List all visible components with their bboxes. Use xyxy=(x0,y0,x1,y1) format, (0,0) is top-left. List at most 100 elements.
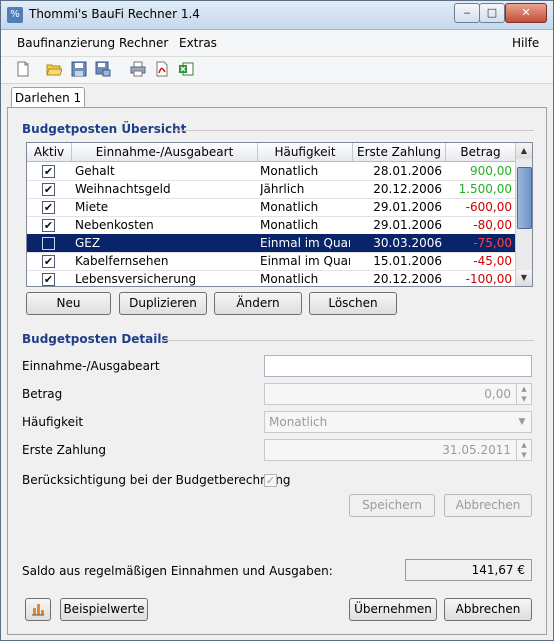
delete-button[interactable]: Löschen xyxy=(309,292,397,315)
chevron-down-icon[interactable]: ▼ xyxy=(515,412,529,432)
new-button[interactable]: Neu xyxy=(26,292,111,315)
app-icon: % xyxy=(7,7,23,23)
row-frequency: Monatlich xyxy=(260,218,319,232)
accept-button[interactable]: Übernehmen xyxy=(349,598,437,621)
row-type: Gehalt xyxy=(75,164,115,178)
bar-chart-icon xyxy=(32,604,44,616)
scroll-thumb[interactable] xyxy=(517,167,532,229)
column-header-amount[interactable]: Betrag xyxy=(446,143,515,161)
tab-darlehen-1[interactable]: Darlehen 1 xyxy=(11,87,85,109)
pdf-export-icon[interactable] xyxy=(153,61,171,79)
toolbar xyxy=(1,57,553,84)
table-row[interactable]: ✔ Lebensversicherung Monatlich 20.12.200… xyxy=(27,270,515,286)
row-type: GEZ xyxy=(75,236,101,250)
column-header-first-payment[interactable]: Erste Zahlung xyxy=(353,143,446,161)
spin-up-icon[interactable]: ▲ xyxy=(517,384,531,394)
date-spin-buttons[interactable]: ▲ ▼ xyxy=(516,440,531,460)
details-cancel-button[interactable]: Abbrechen xyxy=(444,494,532,517)
frequency-select[interactable]: Monatlich ▼ xyxy=(264,411,532,433)
row-type: Kabelfernsehen xyxy=(75,254,169,268)
column-header-aktiv[interactable]: Aktiv xyxy=(27,143,72,161)
app-window: % Thommi's BauFi Rechner 1.4 ‒ □ ✕ Baufi… xyxy=(0,0,554,641)
column-header-frequency[interactable]: Häufigkeit xyxy=(258,143,353,161)
table-scrollbar[interactable]: ▲ ▼ xyxy=(515,143,532,286)
change-button[interactable]: Ändern xyxy=(214,292,302,315)
table-row[interactable]: ✔ Kabelfernsehen Einmal im Quar... 15.01… xyxy=(27,252,515,271)
menu-rechner[interactable]: Rechner xyxy=(119,36,168,50)
amount-spin-buttons[interactable]: ▲ ▼ xyxy=(516,384,531,404)
table-row-selected[interactable]: GEZ Einmal im Quar... 30.03.2006 -75,00 xyxy=(27,234,515,253)
menu-bar: Baufinanzierung Rechner Extras Hilfe xyxy=(1,30,553,57)
save-icon[interactable] xyxy=(70,61,88,79)
frequency-value: Monatlich xyxy=(269,415,328,429)
scroll-up-arrow-icon[interactable]: ▲ xyxy=(516,143,532,159)
new-document-icon[interactable] xyxy=(14,61,32,79)
open-folder-icon[interactable] xyxy=(45,61,63,79)
row-first-payment: 30.03.2006 xyxy=(373,236,442,250)
maximize-button[interactable]: □ xyxy=(479,3,505,23)
spin-down-icon[interactable]: ▼ xyxy=(517,450,531,460)
column-header-type[interactable]: Einnahme-/Ausgabeart xyxy=(72,143,258,161)
table-header: Aktiv Einnahme-/Ausgabeart Häufigkeit Er… xyxy=(27,143,515,162)
row-amount: -600,00 xyxy=(465,200,512,214)
row-type: Miete xyxy=(75,200,109,214)
example-values-button[interactable]: Beispielwerte xyxy=(60,598,148,621)
row-amount: 1.500,00 xyxy=(458,182,512,196)
row-amount: -100,00 xyxy=(465,272,512,286)
row-frequency: Einmal im Quar... xyxy=(260,254,350,268)
close-button[interactable]: ✕ xyxy=(505,3,547,23)
saldo-display: 141,67 € xyxy=(405,559,532,581)
budget-table: Aktiv Einnahme-/Ausgabeart Häufigkeit Er… xyxy=(26,142,533,287)
row-frequency: Monatlich xyxy=(260,200,319,214)
details-section-title: Budgetposten Details xyxy=(22,332,169,346)
table-row[interactable]: ✔ Miete Monatlich 29.01.2006 -600,00 xyxy=(27,198,515,217)
excel-export-icon[interactable] xyxy=(177,61,195,79)
row-first-payment: 15.01.2006 xyxy=(373,254,442,268)
saldo-value: 141,67 € xyxy=(471,563,525,577)
window-title: Thommi's BauFi Rechner 1.4 xyxy=(29,7,200,21)
tab-strip: Darlehen 1 xyxy=(1,84,553,109)
spin-up-icon[interactable]: ▲ xyxy=(517,440,531,450)
active-checkbox[interactable]: ✔ xyxy=(42,219,55,232)
first-payment-date-field[interactable]: 31.05.2011 ▲ ▼ xyxy=(264,439,532,461)
title-bar[interactable]: % Thommi's BauFi Rechner 1.4 ‒ □ ✕ xyxy=(1,1,553,30)
row-first-payment: 29.01.2006 xyxy=(373,218,442,232)
print-icon[interactable] xyxy=(129,61,147,79)
menu-hilfe[interactable]: Hilfe xyxy=(512,36,539,50)
type-input[interactable] xyxy=(264,355,532,377)
active-checkbox[interactable]: ✔ xyxy=(42,201,55,214)
duplicate-button[interactable]: Duplizieren xyxy=(119,292,207,315)
active-checkbox[interactable]: ✔ xyxy=(42,165,55,178)
row-type: Nebenkosten xyxy=(75,218,154,232)
overview-section-title: Budgetposten Übersicht xyxy=(22,122,187,136)
minimize-button[interactable]: ‒ xyxy=(454,3,480,23)
row-frequency: Monatlich xyxy=(260,272,319,286)
table-row[interactable]: ✔ Gehalt Monatlich 28.01.2006 900,00 xyxy=(27,162,515,181)
amount-stepper[interactable]: 0,00 ▲ ▼ xyxy=(264,383,532,405)
table-row[interactable]: ✔ Weihnachtsgeld Jährlich 20.12.2006 1.5… xyxy=(27,180,515,199)
row-amount: -80,00 xyxy=(473,218,512,232)
save-button[interactable]: Speichern xyxy=(349,494,435,517)
amount-value: 0,00 xyxy=(484,387,511,401)
row-amount: 900,00 xyxy=(470,164,512,178)
active-checkbox[interactable]: ✔ xyxy=(42,183,55,196)
table-row[interactable]: ✔ Nebenkosten Monatlich 29.01.2006 -80,0… xyxy=(27,216,515,235)
active-checkbox[interactable]: ✔ xyxy=(42,255,55,268)
cancel-button[interactable]: Abbrechen xyxy=(444,598,532,621)
menu-extras[interactable]: Extras xyxy=(179,36,217,50)
row-amount: -75,00 xyxy=(473,236,512,250)
save-as-icon[interactable] xyxy=(94,61,112,79)
overview-divider xyxy=(174,130,534,131)
scroll-down-arrow-icon[interactable]: ▼ xyxy=(516,270,532,286)
active-checkbox[interactable]: ✔ xyxy=(42,273,55,286)
consider-checkbox[interactable]: ✓ xyxy=(264,474,277,487)
row-amount: -45,00 xyxy=(473,254,512,268)
spin-down-icon[interactable]: ▼ xyxy=(517,394,531,404)
amount-label: Betrag xyxy=(22,387,63,401)
type-label: Einnahme-/Ausgabeart xyxy=(22,359,160,373)
active-checkbox[interactable] xyxy=(42,237,55,250)
bar-chart-button[interactable] xyxy=(25,598,51,621)
menu-baufinanzierung[interactable]: Baufinanzierung xyxy=(17,36,115,50)
tab-panel: Budgetposten Übersicht Aktiv Einnahme-/A… xyxy=(7,107,547,635)
row-type: Lebensversicherung xyxy=(75,272,197,286)
